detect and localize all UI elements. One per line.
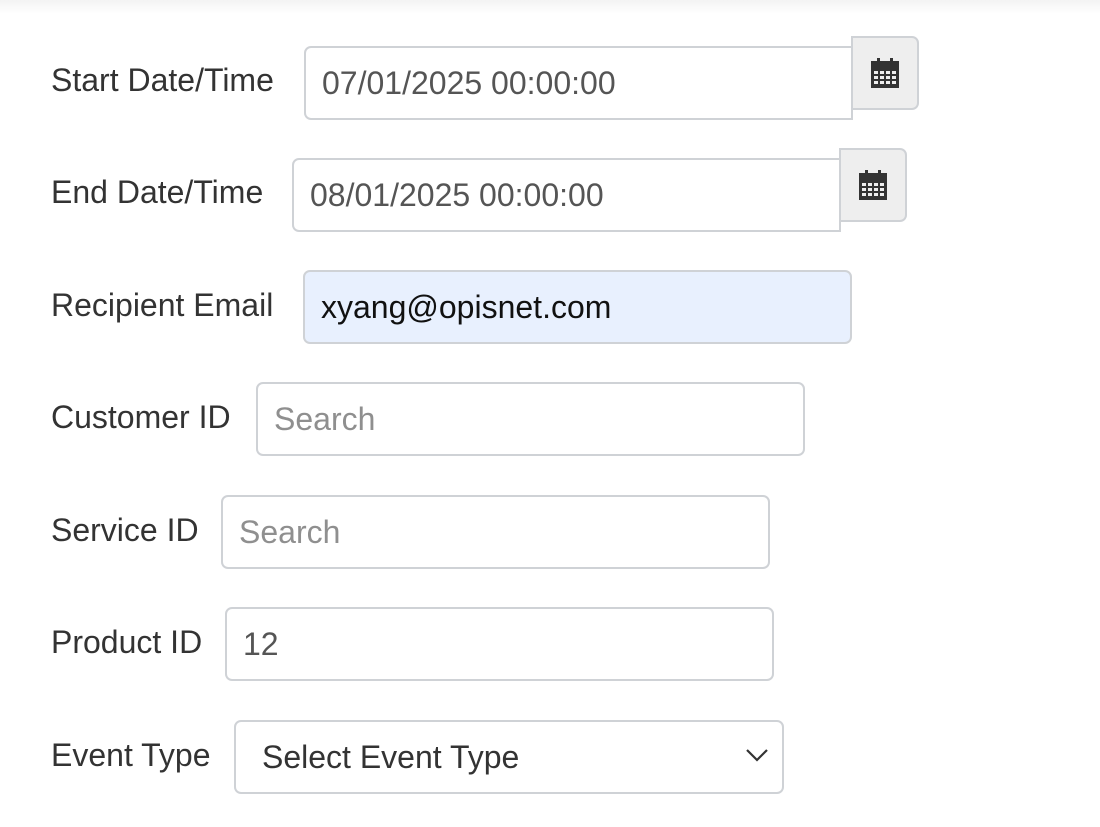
start-datetime-row: Start Date/Time 07/01/2025 00:00:00 — [0, 36, 1100, 120]
recipient-email-input[interactable]: xyang@opisnet.com — [303, 270, 852, 344]
calendar-icon — [871, 58, 899, 88]
end-datetime-row: End Date/Time 08/01/2025 00:00:00 — [0, 148, 1100, 232]
event-type-label: Event Type — [51, 737, 211, 773]
recipient-email-label: Recipient Email — [51, 287, 274, 323]
service-id-search-input[interactable]: Search — [221, 495, 770, 569]
start-datetime-input[interactable]: 07/01/2025 00:00:00 — [304, 46, 853, 120]
chevron-down-icon — [746, 749, 768, 762]
end-datetime-label: End Date/Time — [51, 174, 264, 210]
event-type-selected-value: Select Event Type — [262, 739, 520, 775]
top-shadow-bar — [0, 0, 1100, 14]
service-id-label: Service ID — [51, 512, 199, 548]
recipient-email-row: Recipient Email xyang@opisnet.com — [0, 269, 1100, 344]
customer-id-label: Customer ID — [51, 399, 231, 435]
event-type-select[interactable]: Select Event Type — [234, 720, 784, 794]
calendar-icon — [859, 170, 887, 200]
start-datetime-calendar-button[interactable] — [851, 36, 919, 110]
product-id-label: Product ID — [51, 624, 203, 660]
service-id-row: Service ID Search — [0, 494, 1100, 569]
customer-id-row: Customer ID Search — [0, 381, 1100, 456]
product-id-row: Product ID 12 — [0, 606, 1100, 681]
event-type-row: Event Type Select Event Type — [0, 719, 1100, 794]
customer-id-search-input[interactable]: Search — [256, 382, 805, 456]
start-datetime-label: Start Date/Time — [51, 62, 274, 98]
end-datetime-calendar-button[interactable] — [839, 148, 907, 222]
end-datetime-input[interactable]: 08/01/2025 00:00:00 — [292, 158, 841, 232]
product-id-input[interactable]: 12 — [225, 607, 774, 681]
